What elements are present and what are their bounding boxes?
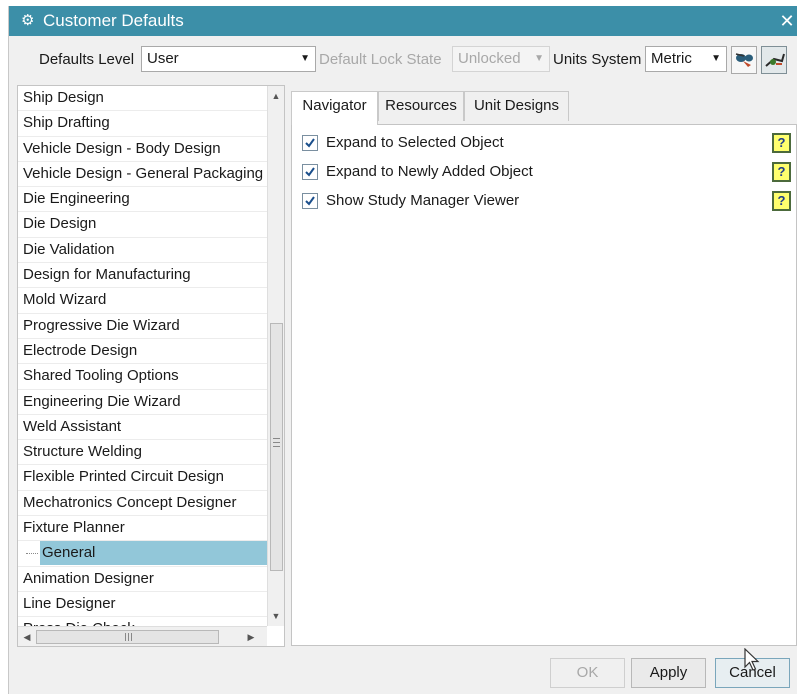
scroll-down-icon[interactable]: ▼ [268, 608, 284, 624]
apply-button[interactable]: Apply [631, 658, 706, 688]
customer-defaults-dialog: ⚙ Customer Defaults ✕ Defaults Level Use… [8, 6, 797, 694]
tree-item-label: General [40, 541, 267, 566]
checkbox-expand-newly-added[interactable] [302, 164, 318, 180]
tab-resources[interactable]: Resources [378, 91, 464, 121]
tree-item-label: Line Designer [23, 594, 116, 612]
tree-item-label: Ship Design [23, 89, 104, 106]
tab-navigator[interactable]: Navigator [291, 91, 378, 125]
tree-item[interactable]: Vehicle Design - Body Design [18, 137, 267, 162]
tree-vertical-scrollbar[interactable]: ▲ ▼ [267, 86, 284, 626]
tree-item-label: Vehicle Design - Body Design [23, 139, 221, 157]
grip-icon [125, 633, 132, 641]
tree-item-label: Animation Designer [23, 569, 154, 587]
tree-item-label: Ship Drafting [23, 114, 110, 132]
tree-item[interactable]: Engineering Die Wizard [18, 390, 267, 415]
title-bar[interactable]: ⚙ Customer Defaults ✕ [9, 6, 797, 36]
tree-item[interactable]: Line Designer [18, 592, 267, 618]
close-button[interactable]: ✕ [778, 9, 796, 33]
help-icon[interactable]: ? [772, 162, 791, 182]
tree-item[interactable]: Mold Wizard [18, 288, 267, 314]
scroll-right-icon[interactable]: ▶ [244, 629, 258, 645]
tree-item[interactable]: Press Die Check [18, 617, 267, 626]
show-changed-button[interactable] [761, 46, 787, 74]
tree-item[interactable]: Animation Designer [18, 567, 267, 592]
help-icon[interactable]: ? [772, 133, 791, 153]
tree-item-label: Flexible Printed Circuit Design [23, 468, 224, 486]
tree-item-label: Mechatronics Concept Designer [23, 493, 237, 511]
tree-item[interactable]: Mechatronics Concept Designer [18, 491, 267, 517]
window-title: Customer Defaults [43, 11, 184, 30]
tree-item[interactable]: Weld Assistant [18, 415, 267, 441]
find-default-button[interactable] [731, 46, 757, 74]
tree-item[interactable]: Vehicle Design - General Packaging [18, 162, 267, 188]
defaults-level-value: User [147, 50, 179, 67]
tree-item[interactable]: Fixture Planner [18, 516, 267, 542]
tree-item-label: Mold Wizard [23, 291, 107, 309]
tree-item-label: Die Design [23, 215, 97, 233]
units-system-value: Metric [651, 50, 692, 67]
mouse-pointer-icon [744, 648, 760, 671]
tree-item-label: Weld Assistant [23, 417, 122, 435]
checkbox-show-study-manager[interactable] [302, 193, 318, 209]
option-label: Expand to Selected Object [326, 134, 504, 151]
lock-state-value: Unlocked [458, 50, 521, 67]
tree-item-label: Design for Manufacturing [23, 266, 191, 284]
tree-item[interactable]: Ship Design [18, 86, 267, 112]
chevron-down-icon: ▼ [711, 53, 721, 64]
option-label: Expand to Newly Added Object [326, 163, 533, 180]
tree-item-label: Electrode Design [23, 341, 138, 359]
gear-icon: ⚙ [21, 12, 35, 29]
chevron-down-icon: ▼ [534, 53, 544, 64]
tree-item[interactable]: Die Validation [18, 238, 267, 264]
option-label: Show Study Manager Viewer [326, 192, 520, 209]
tree-item[interactable]: Die Design [18, 212, 267, 238]
tree-item[interactable]: Shared Tooling Options [18, 364, 267, 390]
tree-item-label: Progressive Die Wizard [23, 316, 180, 334]
units-system-label: Units System [553, 51, 642, 68]
tree-item-label: Fixture Planner [23, 519, 125, 537]
category-list: Ship Design Ship Drafting Vehicle Design -… [18, 86, 267, 626]
tree-item-label: Shared Tooling Options [23, 367, 179, 385]
tree-item[interactable]: Flexible Printed Circuit Design [18, 465, 267, 491]
defaults-level-label: Defaults Level [39, 51, 135, 68]
units-system-select[interactable]: Metric ▼ [645, 46, 727, 72]
tree-item-label: Structure Welding [23, 443, 142, 461]
grip-icon [273, 438, 280, 447]
vertical-scroll-thumb[interactable] [270, 323, 283, 571]
tree-item[interactable]: Die Engineering [18, 187, 267, 213]
navigator-panel: Expand to Selected Object ? Expand to Ne… [291, 124, 797, 646]
tree-item[interactable]: Design for Manufacturing [18, 263, 267, 289]
tree-item[interactable]: Electrode Design [18, 339, 267, 365]
category-tree[interactable]: Ship Design Ship Drafting Vehicle Design -… [17, 85, 285, 647]
horizontal-scroll-thumb[interactable] [36, 630, 219, 644]
tree-item-label: Engineering Die Wizard [23, 392, 181, 410]
help-icon[interactable]: ? [772, 191, 791, 211]
chevron-down-icon: ▼ [300, 53, 310, 64]
tree-horizontal-scrollbar[interactable]: ◀ ▶ [18, 626, 267, 646]
checkbox-expand-selected[interactable] [302, 135, 318, 151]
tab-unit-designs[interactable]: Unit Designs [464, 91, 569, 121]
scroll-up-icon[interactable]: ▲ [268, 88, 284, 104]
tree-item[interactable]: Progressive Die Wizard [18, 314, 267, 339]
defaults-level-select[interactable]: User ▼ [141, 46, 316, 72]
lock-state-select[interactable]: Unlocked ▼ [452, 46, 550, 72]
ok-button[interactable]: OK [550, 658, 625, 688]
tree-item-label: Die Validation [23, 240, 115, 258]
tree-item[interactable]: Structure Welding [18, 440, 267, 466]
tree-item[interactable]: Ship Drafting [18, 111, 267, 137]
tree-item-label: Die Engineering [23, 190, 130, 208]
tree-guide-line [18, 541, 40, 565]
scroll-left-icon[interactable]: ◀ [20, 629, 34, 645]
tree-item[interactable]: General [18, 541, 267, 567]
tree-item-label: Vehicle Design - General Packaging [23, 164, 264, 182]
lock-state-label: Default Lock State [319, 51, 442, 68]
